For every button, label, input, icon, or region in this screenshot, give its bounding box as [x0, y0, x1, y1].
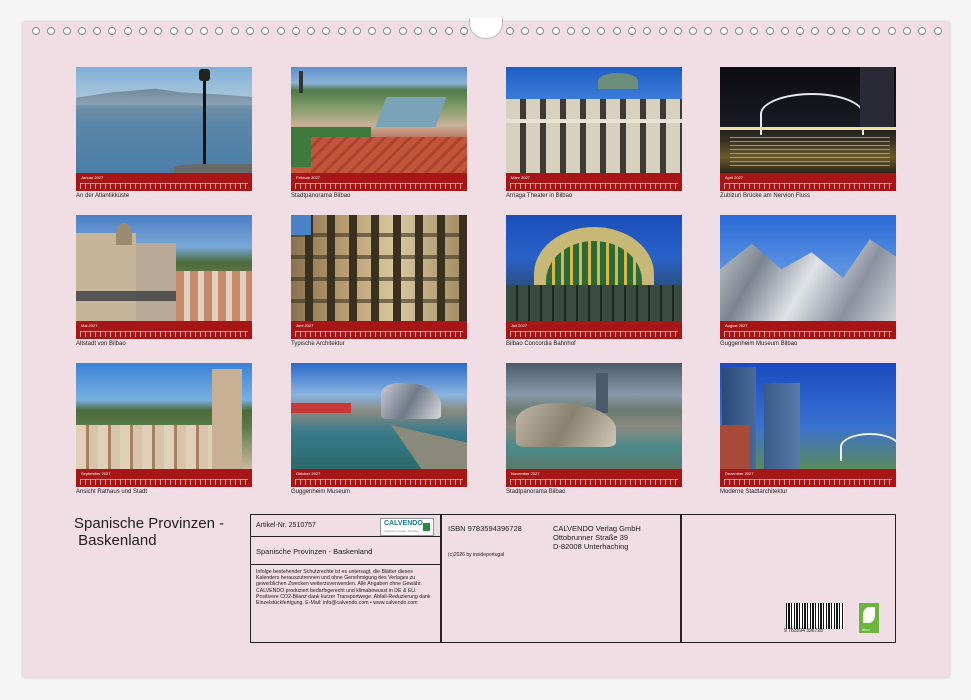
month-calendar-strip: Mai 2027	[76, 321, 252, 339]
photo-old-town-bilbao	[76, 215, 252, 321]
photo-modern-architecture	[720, 363, 896, 469]
publisher-city: D-82008 Unterhaching	[553, 542, 629, 551]
month-calendar-strip: Oktober 2027	[291, 469, 467, 487]
flag-icon	[423, 523, 430, 531]
month-label: Juni 2027	[296, 323, 314, 328]
barcode-number: 9 783594 396728	[784, 628, 823, 634]
month-thumbnail-december: Dezember 2027 Moderne Stadtarchitektur	[720, 363, 896, 495]
month-label: November 2027	[511, 471, 540, 476]
calendar-title-small: Spanische Provinzen - Baskenland	[256, 547, 373, 556]
isbn: ISBN 9783594396728	[448, 524, 522, 533]
legal-notice: Infolge bestehender Schutzrechte ist es …	[256, 569, 431, 607]
month-label: Januar 2027	[81, 175, 104, 180]
publisher-street: Ottobrunner Straße 39	[553, 533, 629, 542]
photo-caption: Stadtpanorama Bilbao	[506, 489, 566, 495]
month-thumbnail-june: Juni 2027 Typische Architektur	[291, 215, 467, 347]
barcode	[786, 603, 844, 629]
month-thumbnail-july: Juli 2027 Bilbao Concordia Bahnhof	[506, 215, 682, 347]
month-thumbnail-november: November 2027 Stadtpanorama Bilbao	[506, 363, 682, 495]
photo-atlantic-coast	[76, 67, 252, 173]
photo-bilbao-panorama	[291, 67, 467, 173]
photo-zubizuri-bridge	[720, 67, 896, 173]
month-calendar-strip: September 2027	[76, 469, 252, 487]
month-calendar-strip: April 2027	[720, 173, 896, 191]
feco-label: feco	[862, 627, 870, 632]
leaf-icon	[863, 607, 875, 623]
month-thumbnail-february: Februar 2027 Stadtpanorama Bilbao	[291, 67, 467, 199]
publisher-name: CALVENDO Verlag GmbH	[553, 524, 641, 533]
month-thumbnail-march: März 2027 Arriaga Theater in Bilbao	[506, 67, 682, 199]
logo-tagline: Kalender, Poster, Puzzles	[384, 529, 419, 533]
photo-caption: Typische Architektur	[291, 341, 345, 347]
month-calendar-strip: August 2027	[720, 321, 896, 339]
month-label: Oktober 2027	[296, 471, 321, 476]
month-thumbnail-october: Oktober 2027 Guggenheim Museum	[291, 363, 467, 495]
month-calendar-strip: März 2027	[506, 173, 682, 191]
photo-caption: Guggenheim Museum Bilbao	[720, 341, 798, 347]
month-calendar-strip: Dezember 2027	[720, 469, 896, 487]
month-calendar-strip: Februar 2027	[291, 173, 467, 191]
month-label: Mai 2027	[81, 323, 98, 328]
title-line-2: Baskenland	[74, 532, 157, 549]
calendar-title: Spanische Provinzen - Baskenland	[74, 515, 224, 549]
copyright: (c)2026 by insideportugal	[448, 552, 505, 558]
month-label: September 2027	[81, 471, 111, 476]
photo-caption: Moderne Stadtarchitektur	[720, 489, 788, 495]
photo-caption: An der Atlantikküste	[76, 193, 130, 199]
photo-bilbao-panorama-dusk	[506, 363, 682, 469]
month-calendar-strip: Juni 2027	[291, 321, 467, 339]
photo-guggenheim-river	[291, 363, 467, 469]
photo-caption: Stadtpanorama Bilbao	[291, 193, 351, 199]
month-thumbnail-september: September 2027 Ansicht Rathaus und Stadt	[76, 363, 252, 495]
month-calendar-strip: November 2027	[506, 469, 682, 487]
month-label: Februar 2027	[296, 175, 321, 180]
month-thumbnail-april: April 2027 Zubizuri Brücke am Nervion Fl…	[720, 67, 896, 199]
photo-guggenheim-museum	[720, 215, 896, 321]
photo-arriaga-theater	[506, 67, 682, 173]
month-label: April 2027	[725, 175, 744, 180]
photo-typical-architecture	[291, 215, 467, 321]
product-info-box: Artikel-Nr. 2510757 CALVENDO Kalender, P…	[250, 514, 896, 643]
month-label: Dezember 2027	[725, 471, 754, 476]
photo-town-hall-view	[76, 363, 252, 469]
photo-concordia-station	[506, 215, 682, 321]
calvendo-logo: CALVENDO Kalender, Poster, Puzzles	[380, 518, 434, 536]
month-thumbnail-january: Januar 2027 An der Atlantikküste	[76, 67, 252, 199]
month-thumbnail-august: August 2027 Guggenheim Museum Bilbao	[720, 215, 896, 347]
photo-caption: Ansicht Rathaus und Stadt	[76, 489, 148, 495]
month-calendar-strip: Juli 2027	[506, 321, 682, 339]
feco-logo: feco	[859, 603, 879, 633]
photo-caption: Bilbao Concordia Bahnhof	[506, 341, 576, 347]
month-thumbnail-may: Mai 2027 Altstadt von Bilbao	[76, 215, 252, 347]
photo-caption: Arriaga Theater in Bilbao	[506, 193, 573, 199]
photo-caption: Zubizuri Brücke am Nervion Fluss	[720, 193, 811, 199]
logo-name: CALVENDO	[384, 520, 423, 527]
month-calendar-strip: Januar 2027	[76, 173, 252, 191]
photo-caption: Altstadt von Bilbao	[76, 341, 126, 347]
title-line-1: Spanische Provinzen -	[74, 515, 225, 532]
photo-caption: Guggenheim Museum	[291, 489, 351, 495]
article-number: Artikel-Nr. 2510757	[256, 522, 316, 529]
month-label: März 2027	[511, 175, 530, 180]
month-label: Juli 2027	[511, 323, 528, 328]
month-label: August 2027	[725, 323, 748, 328]
